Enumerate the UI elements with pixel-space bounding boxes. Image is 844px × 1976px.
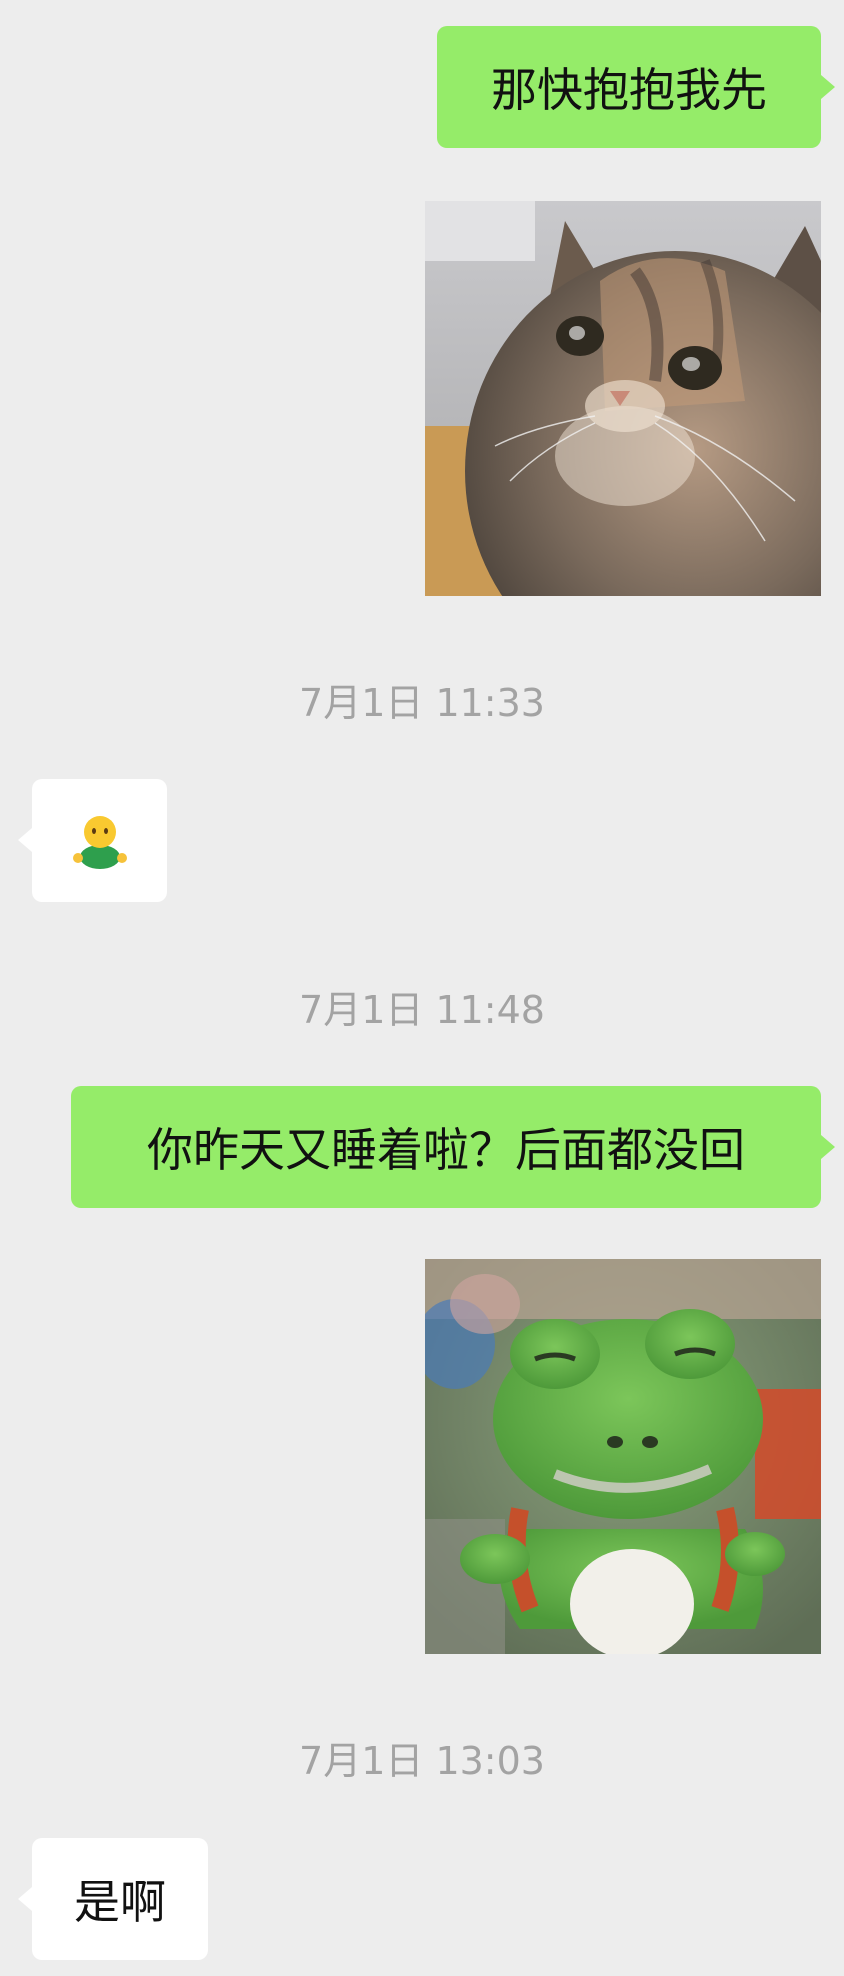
- outgoing-message-bubble[interactable]: 那快抱抱我先: [437, 26, 821, 148]
- crocodile-plush-photo-message[interactable]: [425, 1259, 821, 1654]
- bubble-tail: [18, 1887, 32, 1911]
- incoming-message-bubble[interactable]: 是啊: [32, 1838, 208, 1960]
- outgoing-message-bubble[interactable]: 你昨天又睡着啦？后面都没回: [71, 1086, 821, 1208]
- message-text: 你昨天又睡着啦？后面都没回: [147, 1123, 745, 1177]
- timestamp: 7月1日 11:33: [299, 681, 545, 725]
- timestamp: 7月1日 13:03: [299, 1739, 545, 1783]
- green-plush-crocodile-photo: [425, 1259, 821, 1654]
- cat-photo: [425, 201, 821, 596]
- incoming-message-bubble[interactable]: [32, 779, 167, 902]
- bubble-tail: [18, 828, 32, 852]
- timestamp: 7月1日 11:48: [299, 988, 545, 1032]
- bubble-tail: [821, 75, 835, 99]
- person-shrugging-emoji: [72, 815, 127, 869]
- message-text: 是啊: [74, 1875, 166, 1929]
- message-text: 那快抱抱我先: [491, 63, 767, 117]
- cat-photo-message[interactable]: [425, 201, 821, 596]
- bubble-tail: [821, 1135, 835, 1159]
